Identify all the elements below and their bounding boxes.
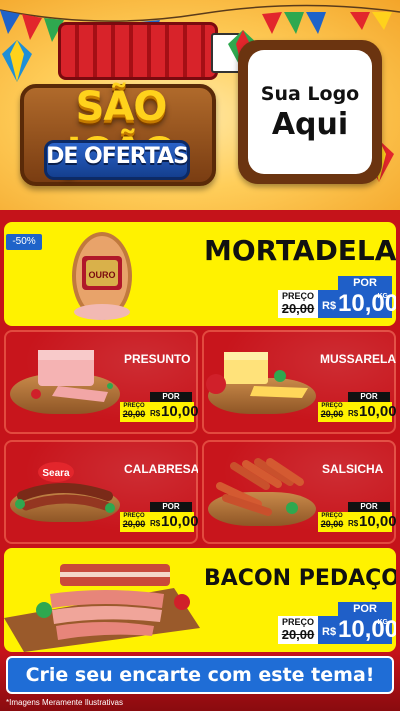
mussarela-image [206,352,308,398]
price-tag: POR PREÇO 20,00 R$ 10,00 [318,392,396,422]
brand-seara-label: Seara [42,468,70,479]
product-name: MORTADELA [204,234,396,267]
calabresa-image: Seara [15,462,115,513]
price-tag: POR PREÇO 20,00 R$ 10,00 KG [278,602,396,644]
price-tag: POR PREÇO 20,00 R$ 10,00 [318,502,396,532]
new-price: R$ 10,00 [346,512,396,532]
old-price: PREÇO 20,00 [120,512,148,532]
old-price: PREÇO 20,00 [318,512,346,532]
product-name: PRESUNTO [124,352,191,366]
product-name: SALSICHA [322,462,384,476]
price-por-label: POR [338,276,392,290]
product-card-bacon[interactable]: BACON PEDAÇO POR PREÇO 20,00 R$ 10,00 KG [4,548,396,652]
new-price: R$ 10,00 KG [318,290,396,318]
header-banner: SÃO JOÃO DE OFERTAS Sua Logo Aqui [0,0,400,210]
logo-text-line2: Aqui [271,106,349,142]
old-price: PREÇO 20,00 [278,290,318,318]
bacon-image [4,564,200,652]
price-tag: POR PREÇO 20,00 R$ 10,00 [120,392,198,422]
product-card-mussarela[interactable]: MUSSARELA POR PREÇO 20,00 R$ 10,00 [202,330,396,434]
new-price: R$ 10,00 [148,512,198,532]
salsicha-image [216,458,304,516]
price-por-label: POR [348,502,390,512]
price-tag: POR PREÇO 20,00 R$ 10,00 KG [278,276,396,318]
product-name: MUSSARELA [320,352,396,366]
new-price: R$ 10,00 [346,402,396,422]
discount-badge: -50% [6,234,42,250]
product-card-presunto[interactable]: PRESUNTO POR PREÇO 20,00 R$ 10,00 [4,330,198,434]
price-por-label: POR [150,502,192,512]
price-por-label: POR [150,392,192,402]
logo-text-line1: Sua Logo [260,82,360,105]
product-name: CALABRESA [124,462,198,476]
mortadela-image: OURO [72,232,132,320]
product-card-salsicha[interactable]: SALSICHA POR PREÇO 20,00 R$ 10,00 [202,440,396,544]
disclaimer-text: *Imagens Meramente Ilustrativas [6,698,123,707]
brand-ouro-label: OURO [89,270,116,280]
price-por-label: POR [348,392,390,402]
old-price: PREÇO 20,00 [120,402,148,422]
price-por-label: POR [338,602,392,616]
lantern-icon [2,40,32,82]
create-flyer-button[interactable]: Crie seu encarte com este tema! [6,656,394,694]
price-tag: POR PREÇO 20,00 R$ 10,00 [120,502,198,532]
page-subtitle: DE OFERTAS [46,144,189,169]
presunto-image [31,350,113,402]
old-price: PREÇO 20,00 [278,616,318,644]
old-price: PREÇO 20,00 [318,402,346,422]
accordion-illustration [58,22,241,80]
new-price: R$ 10,00 [148,402,198,422]
product-card-calabresa[interactable]: Seara CALABRESA POR PREÇO 20,00 R$ 10,00 [4,440,198,544]
product-card-mortadela[interactable]: OURO -50% MORTADELA POR PREÇO 20,00 R$ 1… [4,222,396,326]
logo-placeholder[interactable]: Sua Logo Aqui [248,50,372,174]
product-name: BACON PEDAÇO [204,566,396,591]
new-price: R$ 10,00 KG [318,616,396,644]
